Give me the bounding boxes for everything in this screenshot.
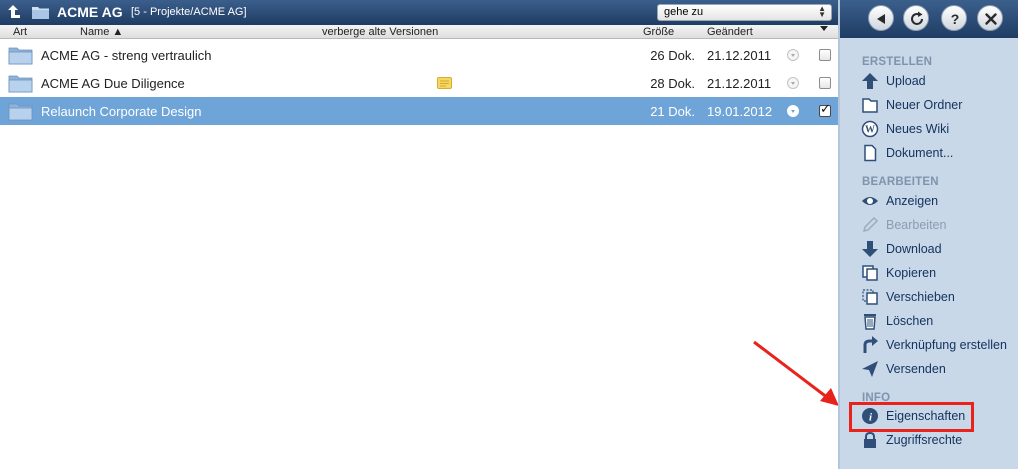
sidebar-item-permissions[interactable]: Zugriffsrechte (859, 430, 1014, 452)
red-arrow-annotation (753, 340, 839, 406)
column-art[interactable]: Art (13, 26, 27, 38)
up-arrow-icon[interactable] (6, 4, 22, 20)
sidebar-item-label: Neues Wiki (886, 122, 950, 136)
document-icon (864, 144, 877, 162)
copy-icon (862, 265, 878, 281)
move-icon (862, 289, 878, 305)
column-name-sorted[interactable]: Name ▲ (80, 26, 123, 38)
row-name: ACME AG Due Diligence (41, 76, 185, 91)
help-button[interactable]: ? (941, 5, 967, 31)
title-bar: ACME AG [5 - Projekte/ACME AG] gehe zu ▲… (0, 0, 838, 25)
back-icon (877, 14, 885, 24)
folder-icon (8, 47, 33, 65)
folder-icon (32, 7, 49, 19)
refresh-button[interactable] (903, 5, 929, 31)
row-size: 28 Dok. (650, 76, 695, 91)
wiki-icon: W (861, 120, 879, 138)
file-list-pane: ACME AG [5 - Projekte/ACME AG] gehe zu ▲… (0, 0, 839, 469)
sidebar-item-label: Anzeigen (886, 194, 939, 208)
row-date: 21.12.2011 (707, 76, 772, 91)
sidebar-toolbar: ? (840, 0, 1018, 38)
action-sidebar: ? ERSTELLEN Upload Neuer Ordner W Neues … (838, 0, 1018, 469)
sidebar-item-label: Bearbeiten (886, 218, 947, 232)
section-heading-edit: BEARBEITEN (862, 176, 939, 188)
close-icon (985, 13, 997, 25)
refresh-icon (911, 11, 923, 25)
sidebar-item-edit-disabled: Bearbeiten (859, 215, 1014, 237)
column-changed[interactable]: Geändert (707, 26, 753, 38)
help-icon: ? (951, 11, 960, 27)
sidebar-item-move[interactable]: Verschieben (859, 287, 1014, 309)
sidebar-item-delete[interactable]: Löschen (859, 311, 1014, 333)
sidebar-item-label: Dokument... (886, 146, 954, 160)
row-menu-icon[interactable] (787, 105, 799, 117)
lock-icon (864, 431, 876, 448)
download-icon (862, 241, 878, 257)
sidebar-item-upload[interactable]: Upload (859, 71, 1014, 93)
back-button[interactable] (868, 5, 894, 31)
row-name: ACME AG - streng vertraulich (41, 48, 212, 63)
svg-text:W: W (865, 125, 875, 136)
sidebar-item-label: Verschieben (886, 290, 955, 304)
column-size[interactable]: Größe (643, 26, 674, 38)
sidebar-item-label: Versenden (886, 362, 946, 376)
row-checkbox-checked[interactable] (819, 102, 831, 117)
table-row[interactable]: ACME AG Due Diligence 28 Dok. 21.12.2011 (0, 69, 838, 97)
row-size: 21 Dok. (650, 104, 695, 119)
highlight-box-annotation (849, 402, 974, 432)
table-row[interactable]: ACME AG - streng vertraulich 26 Dok. 21.… (0, 41, 838, 69)
row-checkbox[interactable] (819, 77, 831, 89)
row-menu-icon[interactable] (787, 49, 799, 61)
table-row-selected[interactable]: Relaunch Corporate Design 21 Dok. 19.01.… (0, 97, 838, 125)
file-manager-window: ACME AG [5 - Projekte/ACME AG] gehe zu ▲… (0, 0, 1018, 469)
row-date: 21.12.2011 (707, 48, 772, 63)
row-name: Relaunch Corporate Design (41, 104, 202, 119)
sidebar-item-create-link[interactable]: Verknüpfung erstellen (859, 335, 1014, 357)
hide-old-versions-toggle[interactable]: verberge alte Versionen (322, 26, 438, 38)
folder-icon (8, 103, 33, 121)
goto-select[interactable]: gehe zu ▲ ▼ (657, 4, 832, 21)
svg-text:?: ? (951, 11, 960, 27)
folder-title: ACME AG (57, 4, 123, 20)
row-checkbox[interactable] (819, 49, 831, 61)
sidebar-item-label: Zugriffsrechte (886, 433, 963, 447)
folder-icon (8, 75, 33, 93)
eye-icon (862, 197, 878, 205)
sidebar-item-label: Download (886, 242, 942, 256)
sidebar-item-send[interactable]: Versenden (859, 359, 1014, 381)
note-icon[interactable] (437, 77, 452, 89)
column-menu-icon[interactable] (820, 26, 828, 31)
row-menu-icon[interactable] (787, 77, 799, 89)
goto-select-value: gehe zu (664, 6, 704, 18)
sidebar-item-view[interactable]: Anzeigen (859, 191, 1014, 213)
column-header-bar: Art Name ▲ verberge alte Versionen Größe… (0, 25, 838, 39)
folder-path: [5 - Projekte/ACME AG] (131, 6, 247, 18)
paper-plane-icon (862, 361, 878, 377)
row-date: 19.01.2012 (707, 104, 773, 119)
sidebar-item-copy[interactable]: Kopieren (859, 263, 1014, 285)
sidebar-item-label: Upload (886, 74, 926, 88)
sidebar-item-label: Löschen (886, 314, 934, 328)
select-arrows-icon: ▲ ▼ (818, 4, 826, 19)
section-heading-create: ERSTELLEN (862, 56, 933, 68)
trash-icon (864, 314, 876, 330)
sidebar-item-new-folder[interactable]: Neuer Ordner (859, 95, 1014, 117)
new-folder-icon (862, 98, 878, 113)
sidebar-item-label: Neuer Ordner (886, 98, 963, 112)
row-size: 26 Dok. (650, 48, 695, 63)
close-button[interactable] (977, 5, 1003, 31)
upload-icon (862, 73, 878, 89)
sidebar-item-label: Kopieren (886, 266, 937, 280)
sidebar-item-download[interactable]: Download (859, 239, 1014, 261)
sidebar-item-label: Verknüpfung erstellen (886, 338, 1007, 352)
link-arrow-icon (863, 336, 878, 353)
sidebar-item-new-wiki[interactable]: W Neues Wiki (859, 119, 1014, 141)
pencil-icon (862, 216, 879, 233)
sidebar-item-document[interactable]: Dokument... (859, 143, 1014, 165)
